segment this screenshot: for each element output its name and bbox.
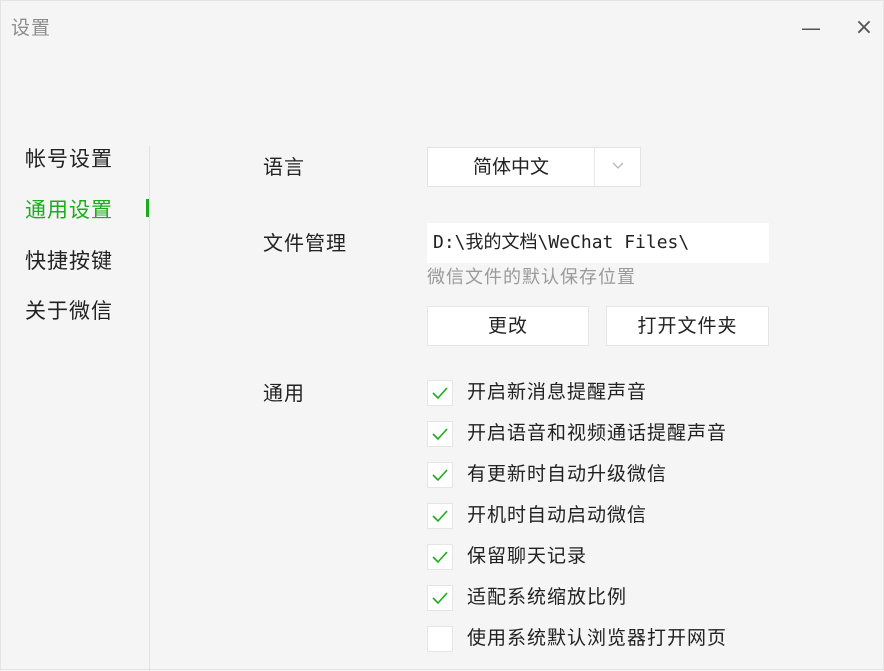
checkbox[interactable] <box>427 544 453 570</box>
checkbox[interactable] <box>427 626 453 652</box>
general-label: 通用 <box>263 381 305 405</box>
file-management-label: 文件管理 <box>263 231 347 255</box>
change-path-button[interactable]: 更改 <box>427 306 589 346</box>
option-label: 保留聊天记录 <box>467 545 588 567</box>
settings-window: 设置 — × 帐号设置 通用设置 快捷按键 关于微信 语言 简体中文 文件管理 … <box>0 0 884 671</box>
minimize-icon[interactable]: — <box>796 13 826 43</box>
sidebar-item-about[interactable]: 关于微信 <box>25 295 113 325</box>
language-select[interactable]: 简体中文 <box>427 147 641 187</box>
sidebar-divider <box>149 146 150 671</box>
option-label: 开启新消息提醒声音 <box>467 381 648 403</box>
language-select-value: 简体中文 <box>472 156 549 178</box>
file-path-field[interactable]: D:\我的文档\WeChat Files\ <box>427 223 769 263</box>
checkbox[interactable] <box>427 585 453 611</box>
option-label: 适配系统缩放比例 <box>467 586 628 608</box>
option-label: 开启语音和视频通话提醒声音 <box>467 422 728 444</box>
sidebar-item-general[interactable]: 通用设置 <box>25 194 113 224</box>
option-label: 有更新时自动升级微信 <box>467 463 668 485</box>
checkbox[interactable] <box>427 421 453 447</box>
open-folder-button[interactable]: 打开文件夹 <box>606 306 769 346</box>
checkbox[interactable] <box>427 462 453 488</box>
option-label: 使用系统默认浏览器打开网页 <box>467 627 728 649</box>
checkbox[interactable] <box>427 503 453 529</box>
sidebar-item-shortcuts[interactable]: 快捷按键 <box>25 245 113 275</box>
sidebar-item-account[interactable]: 帐号设置 <box>25 143 113 173</box>
chevron-down-icon[interactable] <box>595 148 640 186</box>
window-title: 设置 <box>11 17 52 39</box>
language-label: 语言 <box>263 155 305 179</box>
file-path-hint: 微信文件的默认保存位置 <box>427 267 636 288</box>
close-icon[interactable]: × <box>849 13 879 43</box>
option-label: 开机时自动启动微信 <box>467 504 648 526</box>
checkbox[interactable] <box>427 380 453 406</box>
